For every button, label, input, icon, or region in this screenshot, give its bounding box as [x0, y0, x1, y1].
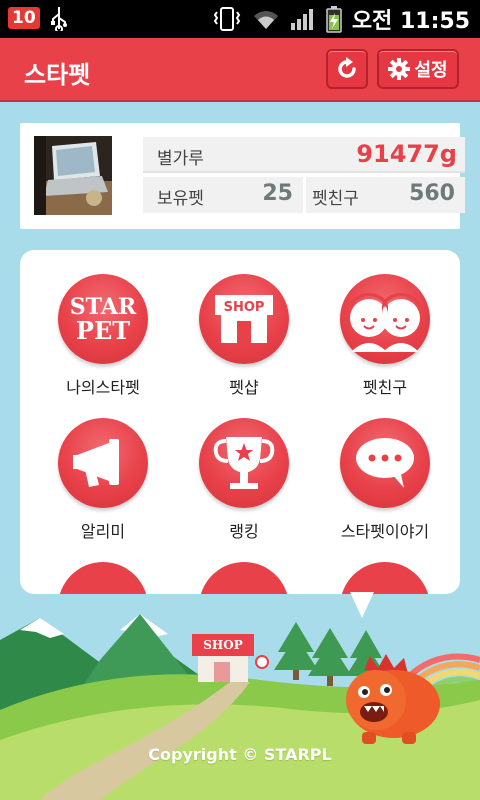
owned-pets-value: 25 [262, 181, 293, 206]
avatar[interactable] [34, 136, 112, 215]
settings-label: 설정 [414, 60, 448, 81]
copyright-text: Copyright © STARPL [148, 745, 332, 764]
wifi-icon [253, 11, 278, 29]
stardust-value: 91477g [356, 140, 457, 168]
menu-label: 펫친구 [362, 378, 408, 397]
owned-pets-row: 보유펫 25 [143, 177, 303, 213]
stardust-row: 별가루 91477g [143, 137, 465, 173]
starpet-logo-icon: STAR PET [70, 294, 137, 345]
menu-item-pet-friends[interactable]: 펫친구 [315, 274, 455, 404]
menu-item-ranking[interactable]: 랭킹 [174, 418, 314, 548]
app-title: 스타펫 [24, 61, 91, 89]
carrier-badge: 10 [8, 7, 40, 29]
menu-item-pet-shop[interactable]: SHOP 펫샵 [174, 274, 314, 404]
background-scene: SHOP [0, 600, 480, 800]
menu-item-partial[interactable] [199, 562, 289, 594]
svg-text:SHOP: SHOP [224, 300, 265, 315]
battery-charging-icon [326, 6, 342, 33]
menu-label: 랭킹 [229, 522, 259, 541]
menu-label: 스타펫이야기 [340, 522, 430, 541]
menu-item-starpet-story[interactable]: 스타펫이야기 [315, 418, 455, 548]
menu-label: 알리미 [80, 522, 126, 541]
refresh-icon [338, 57, 356, 78]
svg-text:PET: PET [76, 316, 130, 345]
settings-button[interactable]: 설정 [377, 49, 459, 89]
menu-item-notifier[interactable]: 알리미 [33, 418, 173, 548]
pet-friends-value: 560 [409, 181, 455, 206]
menu-label: 펫샵 [229, 378, 259, 397]
stats-panel: 별가루 91477g 보유펫 25 펫친구 560 [143, 137, 465, 215]
time-period: 오전 [351, 9, 393, 34]
menu-item-partial[interactable] [340, 562, 430, 594]
refresh-button[interactable] [326, 49, 368, 89]
menu-panel: STAR PET 나의스타펫 SHOP 펫샵 펫친구 알리미 랭킹 스타펫이야기 [20, 250, 460, 594]
chat-bubble-icon [356, 438, 414, 488]
shop-sign-text: SHOP [203, 638, 243, 652]
megaphone-icon [73, 439, 119, 487]
usb-icon [50, 7, 67, 31]
menu-label: 나의스타펫 [66, 378, 140, 397]
profile-card: 별가루 91477g 보유펫 25 펫친구 560 [20, 123, 465, 229]
pet-friends-row: 펫친구 560 [306, 177, 465, 213]
vibrate-icon [213, 7, 241, 31]
mascot [346, 654, 440, 744]
signal-icon [290, 9, 313, 30]
trophy-icon [213, 437, 275, 489]
owned-pets-label: 보유펫 [157, 189, 204, 209]
menu-item-partial[interactable] [58, 562, 148, 594]
pet-friends-label: 펫친구 [312, 189, 359, 209]
menu-item-my-starpet[interactable]: STAR PET 나의스타펫 [33, 274, 173, 404]
stardust-label: 별가루 [157, 149, 204, 169]
shop-icon: SHOP [215, 295, 273, 343]
friends-icon [349, 292, 421, 352]
app-header: 스타펫 설정 [0, 38, 480, 102]
clock-time: 11:55 [399, 9, 470, 34]
gear-icon [388, 58, 411, 80]
status-bar: 10 오전 11:55 [0, 0, 480, 38]
